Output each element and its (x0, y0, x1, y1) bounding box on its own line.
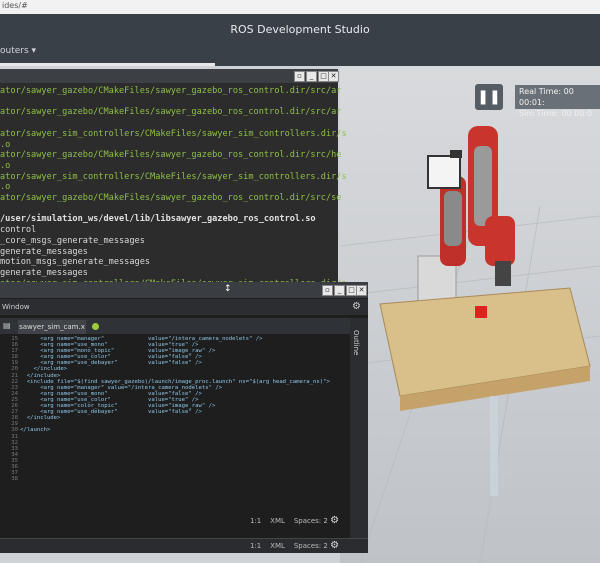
outer-indent-spaces[interactable]: Spaces: 2 (294, 542, 328, 550)
app-title: ROS Development Studio (230, 23, 370, 36)
pause-button[interactable]: ❚❚ (475, 84, 503, 110)
status-settings-icon[interactable]: ⚙ (330, 515, 339, 526)
editor-menubar: Window ⚙ (0, 299, 368, 315)
editor-titlebar[interactable]: ↕ ▫ _ □ ✕ (0, 282, 368, 298)
terminal-line: ator/sawyer_gazebo/CMakeFiles/sawyer_gaz… (0, 193, 342, 204)
resize-handle-icon[interactable]: ↕ (224, 284, 232, 294)
real-time: Real Time: 00 00:01: (519, 87, 574, 107)
tab-modified-dot-icon[interactable] (92, 323, 99, 330)
terminal-line: /user/simulation_ws/devel/lib/libsawyer_… (0, 214, 316, 225)
outline-label[interactable]: Outline (352, 330, 360, 355)
outer-cursor-position: 1:1 (250, 542, 262, 550)
terminal-line: _core_msgs_generate_messages (0, 235, 145, 246)
minimize-icon[interactable]: _ (306, 71, 317, 82)
editor-minimize-icon[interactable]: _ (334, 285, 345, 296)
editor-restore-icon[interactable]: ▫ (322, 285, 333, 296)
editor-status-bar: 1:1 XML Spaces: 2 ⚙ (250, 515, 339, 526)
terminal-output: ator/sawyer_gazebo/CMakeFiles/sawyer_gaz… (0, 86, 347, 300)
indent-spaces[interactable]: Spaces: 2 (294, 517, 328, 525)
routers-menu[interactable]: outers ▾ (0, 46, 36, 56)
terminal-line: .o (0, 139, 11, 150)
outer-status-bar: 1:1 XML Spaces: 2 ⚙ (250, 540, 339, 551)
terminal-line: control (0, 225, 37, 236)
sim-time: Sim Time: 00 00:0 (519, 109, 593, 118)
loading-progress-bar (0, 63, 215, 66)
terminal-line: motion_msgs_generate_messages (0, 257, 151, 268)
terminal-line: .o (0, 182, 11, 193)
browser-url-bar[interactable]: ides/# (0, 0, 600, 15)
time-readout: Real Time: 00 00:01: Sim Time: 00 00:0 (515, 85, 600, 118)
line-number-gutter: 15 16 17 18 19 20 21 22 23 24 25 26 27 2… (11, 336, 18, 483)
editor-tab[interactable]: sawyer_sim_cam.x (18, 320, 86, 334)
editor-settings-icon[interactable]: ⚙ (352, 301, 361, 312)
close-icon[interactable]: ✕ (328, 71, 339, 82)
editor-close-icon[interactable]: ✕ (356, 285, 367, 296)
terminal-line: generate_messages (0, 246, 88, 257)
files-icon[interactable]: ▤ (3, 321, 11, 330)
outer-settings-icon[interactable]: ⚙ (330, 540, 339, 551)
cursor-position: 1:1 (250, 517, 262, 525)
terminal-titlebar[interactable]: ▫ _ □ ✕ (0, 69, 339, 83)
terminal-line: ator/sawyer_gazebo/CMakeFiles/sawyer_gaz… (0, 86, 342, 96)
window-menu[interactable]: Window (2, 303, 30, 311)
url-text: ides/# (2, 1, 28, 10)
pause-icon: ❚❚ (477, 89, 501, 105)
terminal-line: ator/sawyer_sim_controllers/CMakeFiles/s… (0, 171, 347, 182)
outer-language-mode[interactable]: XML (270, 542, 285, 550)
gazebo-viewport[interactable] (340, 66, 600, 563)
terminal-line: .o (0, 160, 11, 171)
code-content[interactable]: <arg name="manager" value="/intera_camer… (20, 336, 350, 506)
terminal-line: ator/sawyer_gazebo/CMakeFiles/sawyer_gaz… (0, 107, 342, 118)
language-mode[interactable]: XML (270, 517, 285, 525)
restore-icon[interactable]: ▫ (294, 71, 305, 82)
terminal-line: ator/sawyer_gazebo/CMakeFiles/sawyer_gaz… (0, 150, 342, 161)
gazebo-scene (340, 126, 600, 563)
terminal-line: ator/sawyer_sim_controllers/CMakeFiles/s… (0, 128, 347, 139)
terminal-line: generate_messages (0, 267, 88, 278)
app-header (0, 14, 600, 66)
